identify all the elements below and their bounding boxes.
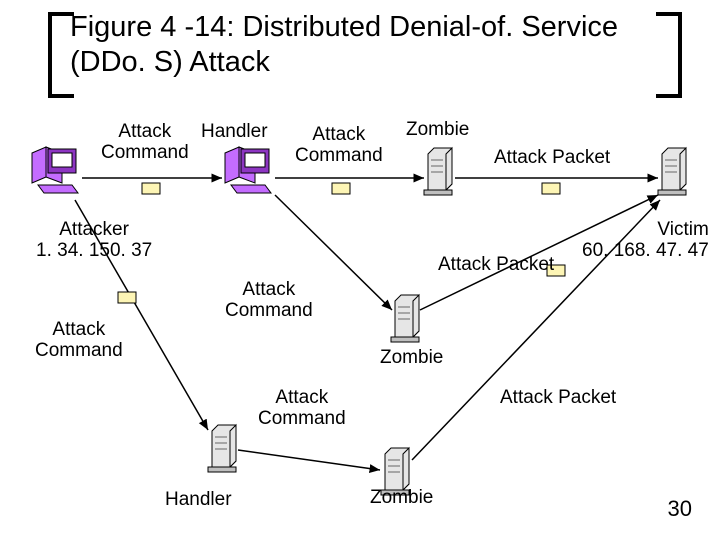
hop-box xyxy=(118,292,136,303)
label-attack-packet: Attack Packet xyxy=(438,255,554,276)
arrow xyxy=(238,450,380,470)
label-zombie: Zombie xyxy=(406,120,469,141)
attacker-icon xyxy=(32,147,78,193)
label-attacker: Attacker 1. 34. 150. 37 xyxy=(36,220,152,262)
label-attack-packet: Attack Packet xyxy=(500,388,616,409)
label-attack-command: Attack Command xyxy=(258,388,346,430)
network-diagram xyxy=(0,0,720,540)
label-attack-command: Attack Command xyxy=(225,280,313,322)
label-handler: Handler xyxy=(201,122,268,143)
label-attack-command: Attack Command xyxy=(35,320,123,362)
label-handler: Handler xyxy=(165,490,232,511)
page-number: 30 xyxy=(668,496,692,522)
label-victim: Victim 60. 168. 47. 47 xyxy=(582,220,709,262)
handler-top-icon xyxy=(225,147,271,193)
zombie-mid-icon xyxy=(391,295,419,342)
victim-icon xyxy=(658,148,686,195)
hop-box xyxy=(332,183,350,194)
label-zombie: Zombie xyxy=(380,348,443,369)
label-zombie: Zombie xyxy=(370,488,433,509)
handler-bottom-icon xyxy=(208,425,236,472)
hop-box xyxy=(142,183,160,194)
slide: Figure 4 -14: Distributed Denial-of. Ser… xyxy=(0,0,720,540)
zombie-top-icon xyxy=(424,148,452,195)
label-attack-command: Attack Command xyxy=(101,122,189,164)
label-attack-command: Attack Command xyxy=(295,125,383,167)
label-attack-packet: Attack Packet xyxy=(494,148,610,169)
hop-box xyxy=(542,183,560,194)
